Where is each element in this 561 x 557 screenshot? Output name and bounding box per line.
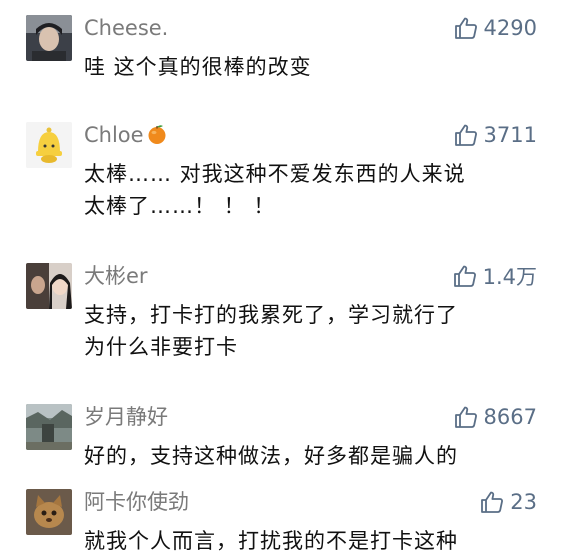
like-button[interactable]: 4290 [454,15,537,41]
like-count: 23 [510,490,537,514]
comment-line: 就我个人而言，打扰我的不是打卡这种 [84,529,458,553]
comment-text: 好的，支持这种做法，好多都是骗人的 [84,440,544,472]
like-button[interactable]: 3711 [454,122,537,148]
avatar[interactable] [26,404,72,450]
avatar[interactable] [26,15,72,61]
like-button[interactable]: 1.4万 [453,263,537,289]
comment-line: 好的，支持这种做法，好多都是骗人的 [84,444,458,468]
username-text: Chloe [84,123,144,147]
thumbs-up-icon [481,491,504,513]
username[interactable]: 大彬er [84,263,148,289]
like-button[interactable]: 23 [480,489,537,515]
avatar-photo-icon [26,263,72,309]
avatar-photo-icon [26,489,72,535]
avatar[interactable] [26,122,72,168]
comment-line: 哇 这个真的很棒的改变 [84,55,312,79]
avatar-photo-icon [26,404,72,450]
username[interactable]: Cheese. [84,15,168,41]
comment-text: 哇 这个真的很棒的改变 [84,51,544,83]
like-count: 8667 [483,405,537,429]
comment-text: 太棒…… 对我这种不爱发东西的人来说 太棒了……！ ！ ！ [84,158,544,222]
thumbs-up-icon [453,265,476,287]
comment-text: 就我个人而言，打扰我的不是打卡这种 [84,525,544,557]
avatar[interactable] [26,489,72,535]
username[interactable]: 阿卡你使劲 [84,489,189,515]
comment-line: 太棒了……！ ！ ！ [84,194,276,218]
thumbs-up-icon [454,17,477,39]
comment-line: 支持，打卡打的我累死了，学习就行了 [84,303,458,327]
orange-emoji-icon [148,125,166,144]
comment-line: 太棒…… 对我这种不爱发东西的人来说 [84,162,466,186]
username[interactable]: 岁月静好 [84,404,168,430]
avatar-cartoon-icon [26,122,72,168]
username[interactable]: Chloe [84,122,168,148]
like-button[interactable]: 8667 [454,404,537,430]
avatar-photo-icon [26,15,72,61]
thumbs-up-icon [454,406,477,428]
comment-list: Cheese. 4290 哇 这个真的很棒的改变 Chloe 3711 太棒……… [0,0,561,557]
thumbs-up-icon [454,124,477,146]
like-count: 1.4万 [482,265,537,289]
comment-text: 支持，打卡打的我累死了，学习就行了 为什么非要打卡 [84,299,544,363]
avatar[interactable] [26,263,72,309]
comment-line: 为什么非要打卡 [84,335,238,359]
like-count: 4290 [483,16,537,40]
like-count: 3711 [483,123,537,147]
